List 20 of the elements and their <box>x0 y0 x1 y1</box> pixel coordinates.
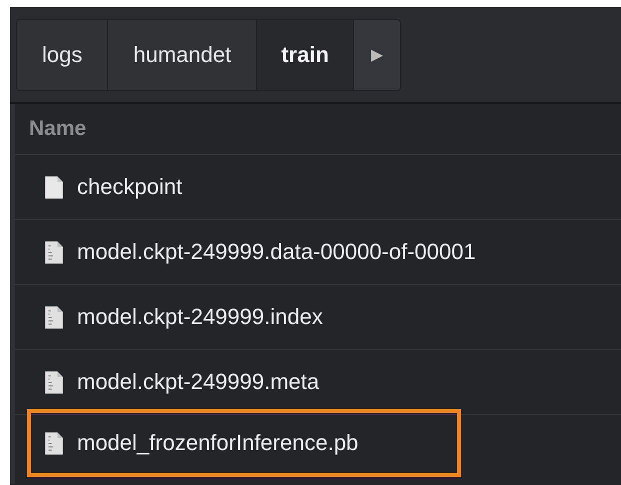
highlighted-row[interactable]: model_frozenforInference.pb <box>27 409 461 477</box>
file-name: model.ckpt-249999.index <box>77 304 323 330</box>
file-row[interactable]: checkpoint <box>15 155 621 220</box>
document-icon <box>44 174 64 200</box>
breadcrumb-button[interactable]: train <box>257 20 354 90</box>
file-name: model_frozenforInference.pb <box>77 430 358 456</box>
file-row[interactable]: model.ckpt-249999.meta <box>15 350 621 415</box>
binary-file-icon <box>44 240 64 264</box>
file-name: model.ckpt-249999.meta <box>77 369 320 395</box>
breadcrumb-button[interactable]: logs <box>17 20 108 90</box>
file-row[interactable]: model.ckpt-249999.data-00000-of-00001 <box>15 220 621 285</box>
breadcrumb-next-button[interactable]: ▸ <box>354 20 400 90</box>
file-name: checkpoint <box>77 174 182 200</box>
column-header[interactable]: Name <box>29 117 86 141</box>
binary-file-icon <box>44 304 64 330</box>
breadcrumb-button[interactable]: humandet <box>108 20 258 90</box>
binary-file-icon <box>44 370 64 394</box>
binary-file-icon <box>44 430 64 456</box>
file-row[interactable]: model.ckpt-249999.index <box>15 285 621 350</box>
file-name: model.ckpt-249999.data-00000-of-00001 <box>77 239 476 265</box>
